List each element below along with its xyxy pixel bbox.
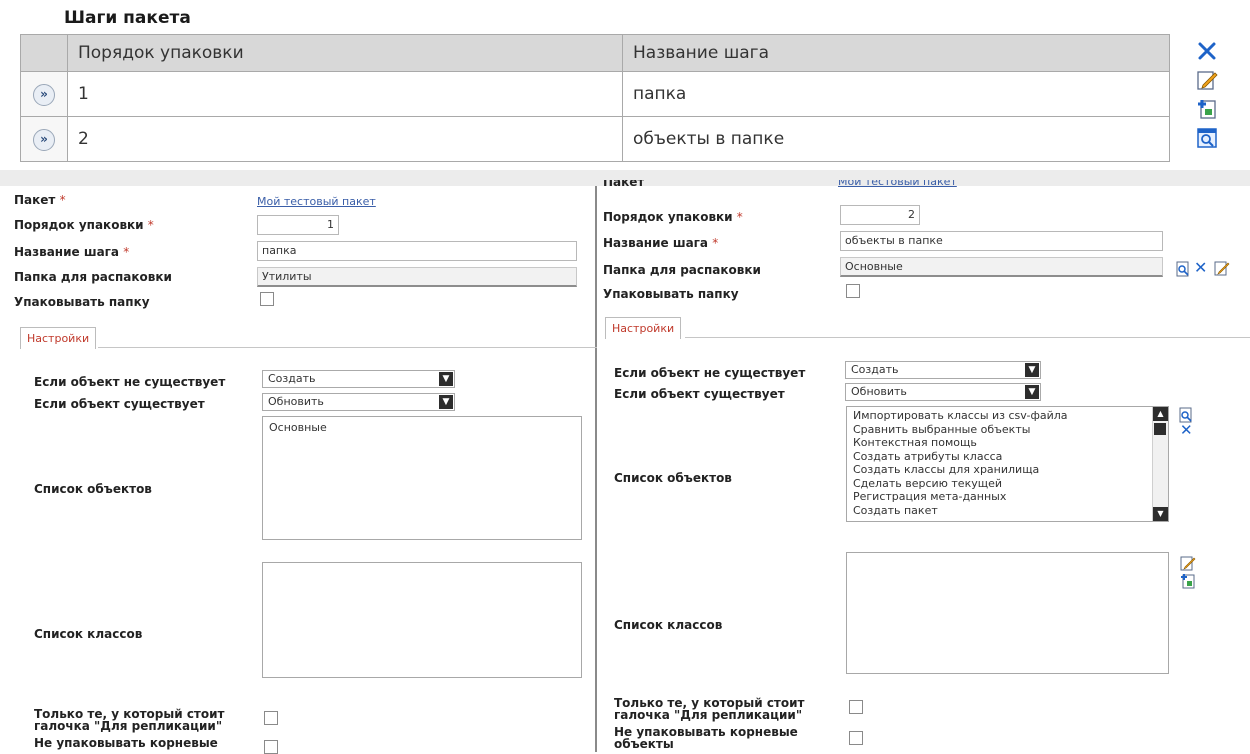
classes-listbox[interactable]: [262, 562, 582, 678]
step-order-cell: 2: [67, 116, 623, 162]
objects-scrollbar[interactable]: ▲ ▼: [1152, 407, 1168, 521]
list-item[interactable]: Регистрация мета-данных: [847, 490, 1168, 504]
unpack-folder-field[interactable]: Основные: [840, 257, 1163, 277]
order-label: Порядок упаковки *: [14, 218, 154, 232]
replication-label: Только те, у который стоит галочка "Для …: [34, 708, 225, 732]
tab-divider: [98, 347, 597, 348]
table-row[interactable]: » 2 объекты в папке: [20, 116, 1170, 162]
no-root-label-line: объекты: [614, 737, 674, 751]
unpack-folder-label: Папка для распаковки: [14, 270, 172, 284]
list-item[interactable]: Сравнить выбранные объекты: [847, 423, 1168, 437]
if-not-exists-select[interactable]: Создать ▼: [845, 361, 1041, 379]
steps-header-row: Порядок упаковки Название шага: [20, 34, 1170, 72]
replication-label-line: галочка "Для репликации": [34, 719, 223, 733]
unpack-folder-field[interactable]: Утилиты: [257, 267, 577, 287]
order-input[interactable]: 2: [840, 205, 920, 225]
chevron-down-icon[interactable]: ▼: [1025, 385, 1039, 399]
list-item[interactable]: Основные: [263, 421, 581, 435]
order-input[interactable]: 1: [257, 215, 339, 235]
if-not-exists-label: Если объект не существует: [34, 375, 226, 389]
list-item[interactable]: Создать классы для хранилища: [847, 463, 1168, 477]
tab-divider: [685, 337, 1250, 338]
step-name-label: Название шага *: [14, 245, 130, 259]
table-row[interactable]: » 1 папка: [20, 71, 1170, 117]
if-not-exists-label: Если объект не существует: [614, 366, 806, 380]
unpack-folder-label: Папка для распаковки: [603, 263, 761, 277]
list-item[interactable]: Создать пакет: [847, 504, 1168, 518]
objects-listbox[interactable]: Основные: [262, 416, 582, 540]
no-root-label: Не упаковывать корневые объекты: [614, 726, 798, 750]
objects-label: Список объектов: [34, 482, 152, 496]
remove-icon[interactable]: ✕: [1180, 421, 1193, 439]
pack-folder-label: Упаковывать папку: [14, 295, 150, 309]
add-icon[interactable]: [1180, 573, 1196, 589]
replication-label: Только те, у который стоит галочка "Для …: [614, 697, 805, 721]
objects-label: Список объектов: [614, 471, 732, 485]
pack-folder-checkbox[interactable]: [260, 292, 274, 306]
no-root-label: Не упаковывать корневые: [34, 736, 218, 750]
edit-icon[interactable]: [1214, 260, 1230, 276]
package-link[interactable]: Мой тестовый пакет: [257, 195, 376, 208]
replication-checkbox[interactable]: [849, 700, 863, 714]
chevron-down-icon[interactable]: ▼: [1025, 363, 1039, 377]
if-exists-value: Обновить: [851, 385, 907, 398]
column-header-order[interactable]: Порядок упаковки: [67, 34, 623, 72]
column-header-name[interactable]: Название шага: [622, 34, 1170, 72]
scroll-down-icon[interactable]: ▼: [1153, 507, 1168, 521]
order-label: Порядок упаковки *: [603, 210, 743, 224]
step-name-cell: объекты в папке: [622, 116, 1170, 162]
steps-title: Шаги пакета: [64, 8, 191, 28]
steps-table: Порядок упаковки Название шага » 1 папка…: [20, 34, 1170, 162]
view-icon[interactable]: [1196, 127, 1218, 149]
if-exists-value: Обновить: [268, 395, 324, 408]
if-exists-label: Если объект существует: [614, 387, 785, 401]
clear-icon[interactable]: ✕: [1194, 258, 1207, 277]
list-item[interactable]: Создать атрибуты класса: [847, 450, 1168, 464]
objects-listbox[interactable]: Импортировать классы из csv-файла Сравни…: [846, 406, 1169, 522]
expand-row-icon[interactable]: »: [33, 83, 55, 106]
list-item[interactable]: Сделать версию текущей: [847, 477, 1168, 491]
package-link[interactable]: Мой тестовый пакет: [838, 180, 957, 189]
expand-row-icon[interactable]: »: [33, 128, 55, 151]
if-not-exists-value: Создать: [268, 372, 316, 385]
step-name-cell: папка: [622, 71, 1170, 117]
step-name-input[interactable]: объекты в папке: [840, 231, 1163, 251]
edit-icon[interactable]: [1180, 555, 1196, 571]
expand-cell[interactable]: »: [20, 71, 68, 117]
expand-cell[interactable]: »: [20, 116, 68, 162]
step-name-input[interactable]: папка: [257, 241, 577, 261]
scroll-up-icon[interactable]: ▲: [1153, 407, 1168, 421]
if-exists-select[interactable]: Обновить ▼: [262, 393, 455, 411]
classes-listbox[interactable]: [846, 552, 1169, 674]
tab-settings[interactable]: Настройки: [20, 327, 97, 349]
scroll-thumb[interactable]: [1154, 423, 1166, 435]
package-label: Пакет *: [14, 193, 66, 207]
package-label: Пакет: [603, 180, 645, 189]
step-order-cell: 1: [67, 71, 623, 117]
if-not-exists-value: Создать: [851, 363, 899, 376]
chevron-down-icon[interactable]: ▼: [439, 395, 453, 409]
if-exists-select[interactable]: Обновить ▼: [845, 383, 1041, 401]
add-icon[interactable]: [1196, 98, 1218, 120]
pack-folder-label: Упаковывать папку: [603, 287, 739, 301]
classes-label: Список классов: [614, 618, 723, 632]
replication-checkbox[interactable]: [264, 711, 278, 725]
chevron-down-icon[interactable]: ▼: [439, 372, 453, 386]
step-name-label: Название шага *: [603, 236, 719, 250]
expand-column-header: [20, 34, 68, 72]
browse-icon[interactable]: [1175, 261, 1191, 277]
edit-icon[interactable]: [1196, 69, 1218, 91]
tab-settings[interactable]: Настройки: [605, 317, 682, 339]
classes-label: Список классов: [34, 627, 143, 641]
if-not-exists-select[interactable]: Создать ▼: [262, 370, 455, 388]
no-root-checkbox[interactable]: [849, 731, 863, 745]
if-exists-label: Если объект существует: [34, 397, 205, 411]
replication-label-line: галочка "Для репликации": [614, 708, 803, 722]
list-item[interactable]: Контекстная помощь: [847, 436, 1168, 450]
pack-folder-checkbox[interactable]: [846, 284, 860, 298]
delete-icon[interactable]: [1196, 40, 1218, 62]
list-item[interactable]: Импортировать классы из csv-файла: [847, 409, 1168, 423]
